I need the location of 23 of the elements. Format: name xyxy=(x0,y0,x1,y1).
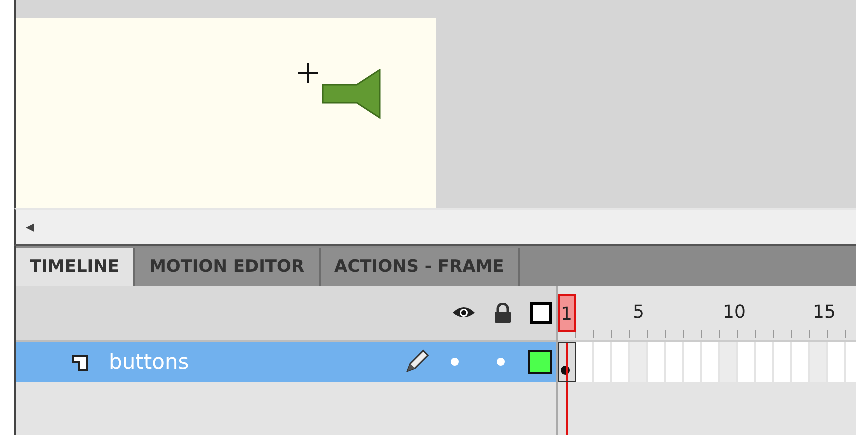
frame-number: 15 xyxy=(813,302,836,323)
crosshair-icon xyxy=(297,62,319,84)
frame-cell[interactable] xyxy=(630,342,648,382)
panel-tab[interactable]: ACTIONS - FRAME xyxy=(320,248,520,286)
frame-number: 10 xyxy=(723,302,746,323)
frame-number: 5 xyxy=(633,302,644,323)
horizontal-scrollbar[interactable]: ◂ xyxy=(14,208,856,246)
lock-icon[interactable] xyxy=(494,303,512,323)
keyframe[interactable] xyxy=(558,342,576,382)
panel-tab[interactable]: MOTION EDITOR xyxy=(135,248,321,286)
visible-dot[interactable] xyxy=(451,358,459,366)
panel-tab[interactable]: TIMELINE xyxy=(16,248,136,286)
frame-cell[interactable] xyxy=(810,342,828,382)
unlocked-dot[interactable] xyxy=(497,358,505,366)
megaphone-shape xyxy=(322,69,382,119)
frame-cell[interactable] xyxy=(720,342,738,382)
playhead-line xyxy=(566,382,568,435)
scroll-left-button[interactable]: ◂ xyxy=(26,219,34,235)
outline-icon[interactable] xyxy=(530,302,552,324)
layer-outline-swatch[interactable] xyxy=(528,350,552,374)
playhead[interactable]: 1 xyxy=(558,294,576,332)
layer-icon xyxy=(71,352,91,372)
layer-name: buttons xyxy=(109,350,190,374)
